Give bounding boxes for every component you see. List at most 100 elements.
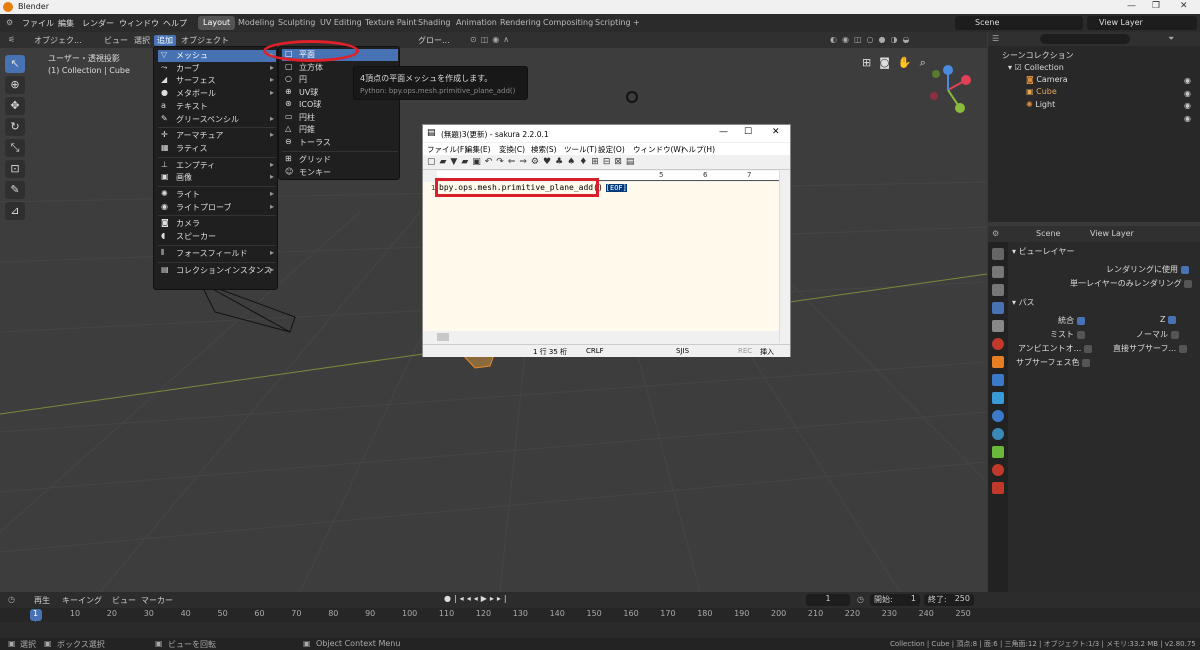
- cursor-tool-icon[interactable]: ⊕: [5, 76, 25, 94]
- sakura-horizontal-scrollbar[interactable]: [423, 331, 779, 343]
- add-menu-item-2[interactable]: ◢ サーフェス ▸: [158, 75, 276, 87]
- add-menu-item-13[interactable]: ◖ スピーカー: [158, 231, 276, 243]
- sakura-editor-window[interactable]: ▤ (無題)3(更新) - sakura 2.2.0.1 — ☐ ✕ ファイル(…: [422, 124, 791, 357]
- tool-tab-icon[interactable]: [992, 248, 1004, 260]
- add-workspace-button[interactable]: +: [628, 16, 645, 30]
- timeline-marker[interactable]: マーカー: [141, 595, 173, 606]
- timeline-keying[interactable]: キーイング: [62, 595, 102, 606]
- texture-tab-icon[interactable]: [992, 482, 1004, 494]
- add-menu-item-4[interactable]: a テキスト: [158, 101, 276, 113]
- header-add[interactable]: 追加: [154, 35, 176, 46]
- rotate-tool-icon[interactable]: ↻: [5, 118, 25, 136]
- timeline-view[interactable]: ビュー: [112, 595, 136, 606]
- sakura-menu-file[interactable]: ファイル(F): [427, 144, 467, 155]
- pass-ao[interactable]: アンビエントオ...: [1018, 343, 1092, 354]
- sakura-menu-convert[interactable]: 変換(C): [499, 144, 525, 155]
- outliner-item-light[interactable]: ✺ Light: [1026, 100, 1055, 109]
- measure-tool-icon[interactable]: ⊿: [5, 202, 25, 220]
- pass-ao-checkbox[interactable]: [1083, 344, 1092, 353]
- maximize-button[interactable]: ❐: [1152, 1, 1160, 11]
- navigation-gizmo[interactable]: [920, 62, 980, 126]
- constraints-tab-icon[interactable]: [992, 428, 1004, 440]
- menu-file[interactable]: ファイル: [22, 18, 54, 29]
- mesh-menu-item-9[interactable]: ☺ モンキー: [282, 167, 398, 179]
- use-render-row[interactable]: レンダリングに使用: [1106, 264, 1189, 275]
- pass-sss-color-checkbox[interactable]: [1082, 358, 1091, 367]
- annotate-tool-icon[interactable]: ✎: [5, 181, 25, 199]
- sakura-close-button[interactable]: ✕: [772, 127, 780, 137]
- shading-icons[interactable]: ◐◉◫○●◑◒: [830, 35, 914, 44]
- clock-icon[interactable]: ◷: [857, 595, 864, 604]
- add-menu-item-0[interactable]: ▽ メッシュ ▸: [158, 50, 276, 62]
- sakura-menu-tools[interactable]: ツール(T): [564, 144, 597, 155]
- sakura-minimize-button[interactable]: —: [719, 127, 728, 137]
- menu-help[interactable]: ヘルプ: [163, 18, 187, 29]
- add-menu-item-6[interactable]: ✛ アーマチュア ▸: [158, 130, 276, 142]
- add-menu-item-15[interactable]: ▤ コレクションインスタンス ▸: [158, 265, 276, 277]
- timeline-track[interactable]: [0, 622, 1200, 638]
- menu-window[interactable]: ウィンドウ: [119, 18, 159, 29]
- object-tab-icon[interactable]: [992, 356, 1004, 368]
- view-layer-selector[interactable]: View Layer: [1087, 16, 1197, 30]
- modifier-tab-icon[interactable]: [992, 374, 1004, 386]
- single-layer-checkbox[interactable]: [1184, 279, 1193, 288]
- orientation-selector[interactable]: グロー...: [418, 35, 450, 46]
- current-frame-field[interactable]: 1: [806, 594, 850, 606]
- pass-normal[interactable]: ノーマル: [1136, 329, 1179, 340]
- timeline-playback[interactable]: 再生: [34, 595, 50, 606]
- sakura-vertical-scrollbar[interactable]: [779, 171, 790, 343]
- sakura-menu-edit[interactable]: 編集(E): [465, 144, 491, 155]
- header-view[interactable]: ビュー: [104, 35, 128, 46]
- visibility-icons[interactable]: ◉ ◉ ◉ ◉: [1184, 75, 1191, 125]
- render-tab-icon[interactable]: [992, 266, 1004, 278]
- mesh-menu-item-7[interactable]: ⊖ トーラス: [282, 137, 398, 149]
- sakura-toolbar-icons[interactable]: ▢▰▼▰▣↶↷⇐⇒⚙♥♣♠♦⊞⊟⊠▤: [427, 157, 638, 167]
- header-object[interactable]: オブジェクト: [181, 35, 229, 46]
- pass-combined[interactable]: 統合: [1058, 315, 1085, 326]
- sakura-menu-help[interactable]: ヘルプ(H): [681, 144, 715, 155]
- properties-scene[interactable]: Scene: [1036, 229, 1060, 238]
- section-passes[interactable]: ▾ パス: [1012, 297, 1035, 308]
- use-render-checkbox[interactable]: [1180, 265, 1189, 274]
- section-view-layer[interactable]: ▾ ビューレイヤー: [1012, 246, 1074, 257]
- mesh-menu-item-5[interactable]: ▭ 円柱: [282, 112, 398, 124]
- single-layer-row[interactable]: 単一レイヤーのみレンダリング: [1070, 278, 1193, 289]
- pass-direct-sss-checkbox[interactable]: [1178, 344, 1187, 353]
- blender-menu-icon[interactable]: ⚙: [6, 18, 13, 27]
- tab-sculpting[interactable]: Sculpting: [273, 16, 320, 30]
- outliner-item-cube[interactable]: ▣ Cube: [1026, 87, 1057, 96]
- scroll-thumb[interactable]: [437, 333, 449, 341]
- properties-editor-icon[interactable]: ⚙: [992, 229, 999, 238]
- menu-edit[interactable]: 編集: [58, 18, 74, 29]
- mesh-menu-item-6[interactable]: △ 円錐: [282, 124, 398, 136]
- scale-tool-icon[interactable]: ⤡: [5, 139, 25, 157]
- particles-tab-icon[interactable]: [992, 392, 1004, 404]
- mode-selector[interactable]: オブジェク...: [34, 35, 82, 46]
- outliner-item-camera[interactable]: ◙ Camera: [1026, 75, 1068, 84]
- tab-uv-editing[interactable]: UV Editing: [315, 16, 367, 30]
- add-menu-item-10[interactable]: ✺ ライト ▸: [158, 189, 276, 201]
- properties-view-layer[interactable]: View Layer: [1090, 229, 1134, 238]
- transform-tool-icon[interactable]: ⊡: [5, 160, 25, 178]
- outliner-editor-icon[interactable]: ☰: [992, 34, 999, 43]
- pass-z-checkbox[interactable]: [1168, 315, 1177, 324]
- editor-type-icon[interactable]: ⚟: [8, 35, 15, 44]
- close-button[interactable]: ✕: [1180, 1, 1188, 11]
- output-tab-icon[interactable]: [992, 284, 1004, 296]
- pass-mist[interactable]: ミスト: [1050, 329, 1085, 340]
- pass-z[interactable]: Z: [1160, 315, 1177, 324]
- add-menu-item-3[interactable]: ● メタボール ▸: [158, 88, 276, 100]
- data-tab-icon[interactable]: [992, 446, 1004, 458]
- world-tab-icon[interactable]: [992, 338, 1004, 350]
- material-tab-icon[interactable]: [992, 464, 1004, 476]
- add-menu-item-5[interactable]: ✎ グリースペンシル ▸: [158, 114, 276, 126]
- add-menu-item-1[interactable]: ⤳ カーブ ▸: [158, 63, 276, 75]
- sakura-menu-settings[interactable]: 設定(O): [598, 144, 625, 155]
- move-tool-icon[interactable]: ✥: [5, 97, 25, 115]
- scene-collection-label[interactable]: シーンコレクション: [1002, 50, 1074, 61]
- sakura-menu-search[interactable]: 検索(S): [531, 144, 557, 155]
- snap-icons[interactable]: ⊙◫◉∧: [470, 35, 513, 44]
- pass-direct-sss[interactable]: 直接サブサーフ...: [1113, 343, 1187, 354]
- pass-normal-checkbox[interactable]: [1170, 330, 1179, 339]
- header-select[interactable]: 選択: [134, 35, 150, 46]
